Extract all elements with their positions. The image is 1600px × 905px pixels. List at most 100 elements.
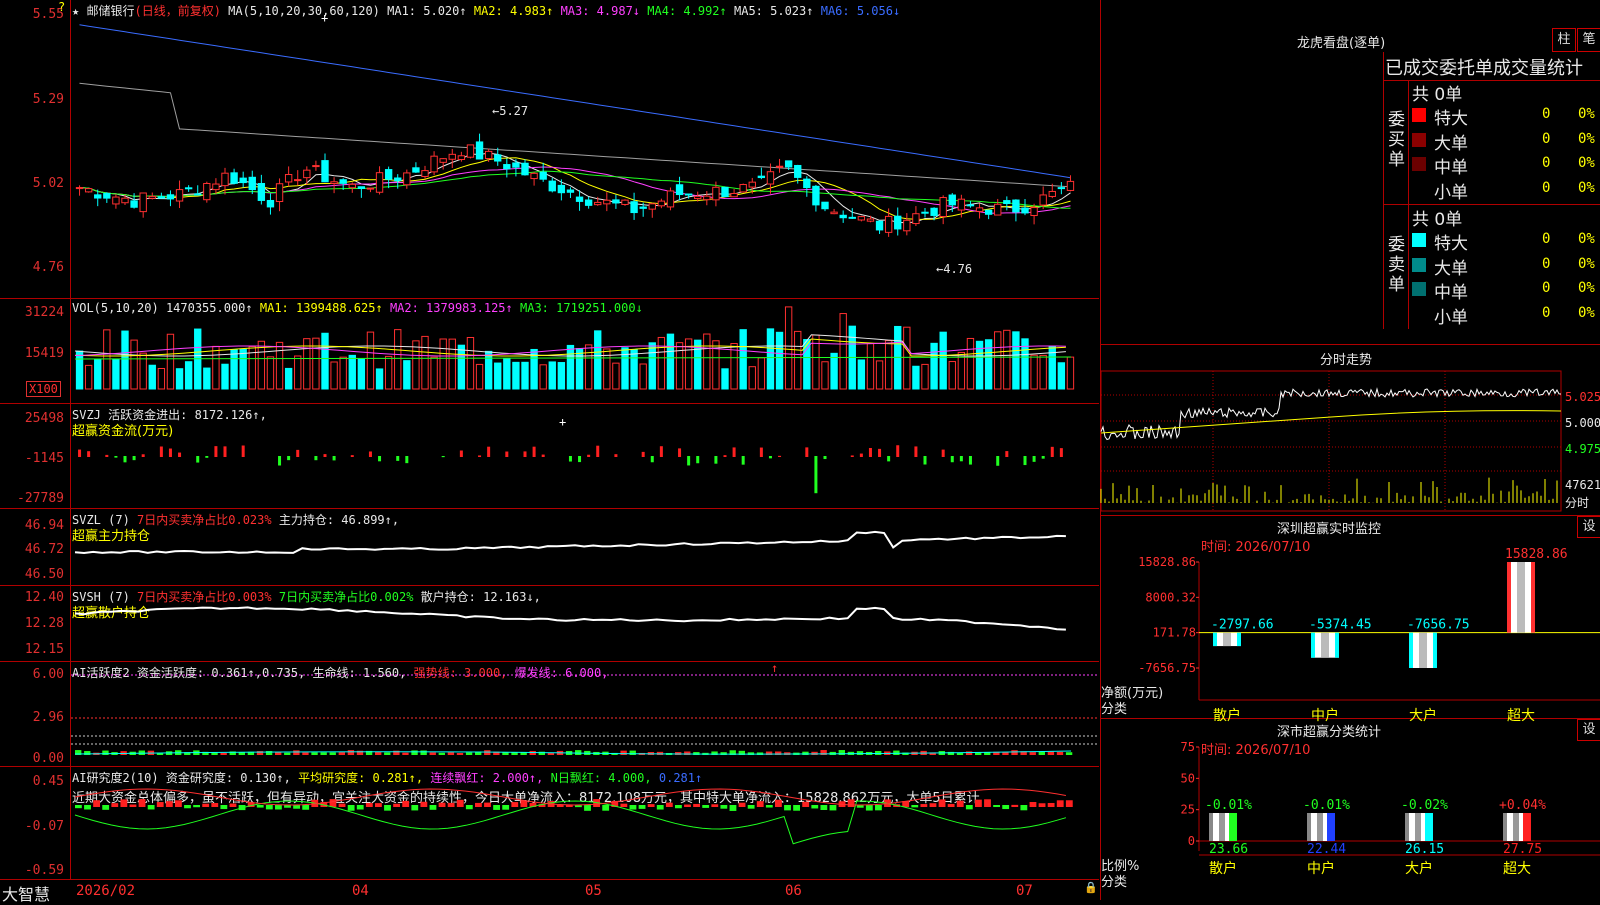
ai-active-chart[interactable]: ↑: [71, 661, 1099, 766]
research-bar-up: [93, 800, 100, 807]
tick-mode-button[interactable]: 笔: [1577, 28, 1600, 52]
activity-bar: [302, 752, 309, 755]
research-bar-down: [656, 805, 664, 810]
buy-name: 小单: [1434, 182, 1468, 203]
sz-monitor-chart[interactable]: 15828.868000.32171.78-7656.75-2797.66散户-…: [1101, 516, 1600, 724]
sz-class-panel[interactable]: 深市超赢分类统计 设 时间: 2026/07/10 比例% 分类 75 50 25 0…: [1100, 719, 1600, 900]
research-bar-up: [438, 802, 446, 807]
sz-monitor-panel[interactable]: 深圳超赢实时监控 设 时间: 2026/07/10 净额(万元) 分类 1582…: [1100, 516, 1600, 724]
sell-pct: 0%: [1578, 280, 1595, 296]
volume-unit[interactable]: X100: [26, 381, 61, 397]
candle-up: [330, 181, 338, 184]
volume-bar-down: [984, 339, 993, 390]
volume-bars[interactable]: [71, 299, 1099, 403]
svzj-bars[interactable]: +: [71, 404, 1099, 508]
volume-panel[interactable]: 31224 15419 X100 VOL(5,10,20) 1470355.00…: [0, 299, 1099, 404]
research-bar-up: [947, 803, 955, 807]
research-bar-up: [738, 802, 746, 807]
sell-swatch: [1412, 257, 1426, 272]
bar-color: [1327, 813, 1335, 841]
svzl-line[interactable]: [71, 509, 1099, 585]
class-change-label: +0.04%: [1499, 798, 1546, 813]
activity-bar: [547, 752, 555, 755]
svzj-panel[interactable]: 25498 -1145 -27789 SVZJ 活跃资金进出: 8172.126…: [0, 404, 1099, 509]
svsh-line[interactable]: [71, 586, 1099, 661]
buy-swatch: [1412, 108, 1426, 122]
activity-bar: [1047, 751, 1055, 755]
intraday-panel[interactable]: 分时走势 5.025 5.000 4.975 47621 分时: [1100, 345, 1600, 516]
ai-research-chart[interactable]: [71, 767, 1099, 879]
flow-bar-in: [805, 447, 809, 457]
question-icon[interactable]: ?: [58, 0, 65, 14]
candle-down: [948, 194, 956, 206]
volume-bar-up: [439, 338, 447, 390]
bar-shade: [1517, 562, 1525, 633]
price-panel[interactable]: 5.55 5.29 5.02 4.76 ? ★ 邮储银行(日线，前复权) MA(…: [0, 0, 1099, 299]
volume-bar-up: [957, 351, 966, 390]
buy-row: 中单 0 0%: [1412, 153, 1600, 178]
flow-bar-in: [296, 449, 300, 457]
ai-active-panel[interactable]: 6.00 2.96 0.00 AI活跃度2 资金活跃度: 0.361↑,0.73…: [0, 661, 1099, 767]
volume-bar-up: [921, 363, 929, 390]
volume-bar-up: [757, 357, 766, 390]
ai-research-tick: 0.45: [32, 774, 64, 789]
candle-up: [1039, 194, 1047, 206]
volume-bar-up: [994, 331, 1002, 390]
monitor-bar-0: [1213, 632, 1241, 647]
volume-axis: 31224 15419 X100: [0, 299, 71, 403]
y-tick: 15828.86: [1138, 555, 1196, 569]
flow-bar-out: [650, 456, 654, 463]
flow-bar-out: [132, 456, 136, 461]
brand-logo: 大智慧: [2, 885, 51, 904]
flow-bar-out: [196, 456, 200, 463]
volume-bar-up: [748, 366, 756, 390]
bar-mode-button[interactable]: 柱: [1552, 28, 1576, 52]
candle-up: [375, 172, 384, 193]
research-bar-up: [175, 800, 182, 807]
flow-bar-out: [396, 456, 400, 461]
volume-bar-up: [966, 337, 975, 390]
candlestick-chart[interactable]: +: [71, 0, 1099, 298]
research-bar-up: [329, 799, 337, 807]
candle-down: [539, 171, 547, 180]
activity-bar: [429, 752, 436, 755]
research-bar-up: [620, 803, 628, 807]
intraday-chart[interactable]: [1100, 370, 1600, 515]
class-category: 超大: [1503, 861, 1531, 877]
research-bar-up: [1038, 803, 1046, 807]
candle-up: [121, 197, 129, 204]
activity-bar: [456, 752, 464, 755]
volume-bar-up: [639, 363, 647, 390]
volume-bar-up: [1039, 354, 1047, 390]
candle-up: [766, 171, 775, 185]
sz-class-chart[interactable]: 75 50 25 0 -0.01% 23.66 散户 -0.01% 22.44 中户 -0.02% 2…: [1101, 719, 1600, 900]
research-bar-up: [229, 803, 237, 807]
activity-bar: [438, 752, 445, 755]
sell-pct: 0%: [1578, 255, 1595, 272]
svzl-panel[interactable]: 46.94 46.72 46.50 SVZL (7) 7日内买卖净占比0.023…: [0, 509, 1099, 586]
sell-name: 大单: [1434, 258, 1468, 279]
volume-bar-down: [939, 331, 947, 390]
svsh-panel[interactable]: 12.40 12.28 12.15 SVSH (7) 7日内买卖净占比0.003…: [0, 586, 1099, 662]
bar-edge: [1209, 813, 1213, 841]
price-tick: 4.76: [32, 260, 64, 275]
lock-icon[interactable]: 🔒: [1084, 881, 1098, 894]
flow-bar-in: [168, 448, 172, 457]
ai-research-panel[interactable]: 0.45 -0.07 -0.59 AI研究度2(10) 资金研究度: 0.130…: [0, 767, 1099, 879]
buy-row: 小单 0 0%: [1412, 178, 1600, 203]
flow-bar-out: [687, 456, 691, 466]
candle-up: [284, 174, 293, 183]
research-bar-down: [493, 805, 500, 810]
flow-bar-in: [614, 454, 618, 457]
sell-name: 小单: [1434, 307, 1468, 328]
flow-bar-out: [741, 456, 745, 465]
research-bar-up: [447, 802, 455, 807]
candle-up: [994, 203, 1002, 216]
volume-bar-up: [821, 361, 829, 390]
volume-bar-down: [830, 352, 838, 390]
activity-bar: [975, 752, 982, 755]
research-bar-down: [102, 805, 110, 810]
candle-down: [184, 187, 193, 190]
svzl-axis: 46.94 46.72 46.50: [0, 509, 71, 585]
research-bar-down: [347, 805, 355, 811]
